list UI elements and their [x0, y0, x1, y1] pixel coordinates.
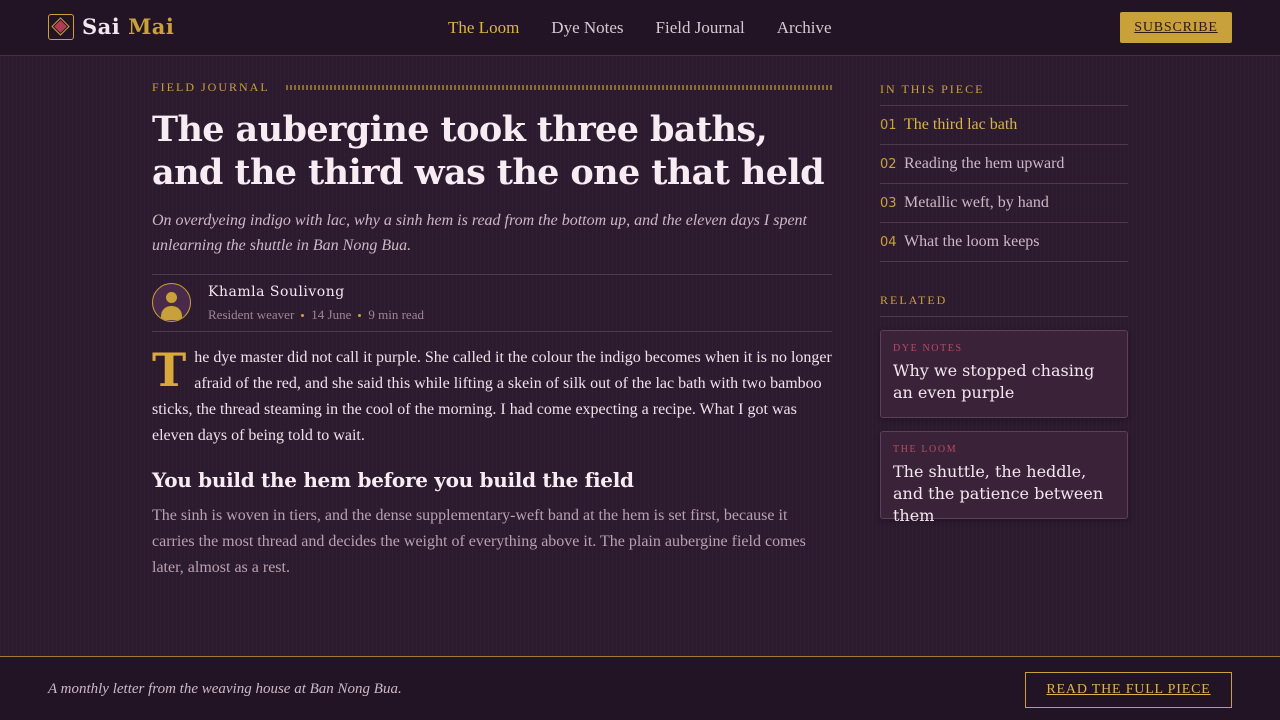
footer-bar: A monthly letter from the weaving house … [0, 656, 1280, 720]
byline: Khamla Soulivong Resident weaver 14 June… [152, 274, 832, 332]
card-tag: The Loom [893, 444, 958, 455]
toc-number: 03 [880, 195, 897, 211]
kicker-row: FIELD JOURNAL [152, 78, 832, 96]
nav-item-archive[interactable]: Archive [777, 17, 832, 39]
toc-item-4[interactable]: 04 What the loom keeps [880, 223, 1128, 262]
toc-label: The third lac bath [904, 116, 1018, 133]
paragraph-1-text: he dye master did not call it purple. Sh… [152, 349, 832, 444]
toc-item-3[interactable]: 03 Metallic weft, by hand [880, 184, 1128, 223]
toc-label: Metallic weft, by hand [904, 194, 1049, 211]
related-heading: RELATED [880, 293, 1128, 317]
read-full-piece-button[interactable]: READ THE FULL PIECE [1025, 672, 1232, 708]
toc-number: 04 [880, 234, 897, 250]
author-name[interactable]: Khamla Soulivong [208, 284, 345, 300]
toc-item-1[interactable]: 01 The third lac bath [880, 106, 1128, 145]
nav-item-dye-notes[interactable]: Dye Notes [551, 17, 623, 39]
meta-separator [301, 313, 305, 317]
section-heading: You build the hem before you build the f… [152, 468, 634, 492]
brand-name-part2: Mai [128, 14, 175, 39]
author-meta: Resident weaver 14 June 9 min read [208, 307, 424, 323]
meta-separator [358, 313, 362, 317]
avatar-head [166, 292, 177, 303]
nav-item-field-journal[interactable]: Field Journal [656, 17, 745, 39]
sidebar: IN THIS PIECE 01 The third lac bath 02 R… [880, 82, 1128, 525]
card-tag: Dye Notes [893, 343, 963, 354]
author-role: Resident weaver [208, 307, 295, 322]
article-dek: On overdyeing indigo with lac, why a sin… [152, 212, 807, 254]
diamond-logo-icon [48, 14, 74, 40]
avatar-shoulders [161, 306, 182, 320]
toc-item-2[interactable]: 02 Reading the hem upward [880, 145, 1128, 184]
card-title: The shuttle, the heddle, and the patienc… [893, 462, 1104, 525]
main-nav: The Loom Dye Notes Field Journal Archive [448, 17, 864, 39]
nav-item-the-loom[interactable]: The Loom [448, 17, 519, 39]
drop-cap: T [152, 343, 187, 397]
article-paragraph-2: The sinh is woven in tiers, and the dens… [152, 507, 806, 576]
brand-logo[interactable]: Sai Mai [48, 14, 174, 40]
kicker-divider [285, 84, 832, 90]
user-avatar-icon[interactable] [152, 283, 191, 322]
article: FIELD JOURNAL The aubergine took three b… [152, 78, 832, 581]
subscribe-button[interactable]: SUBSCRIBE [1120, 12, 1232, 43]
toc-heading: IN THIS PIECE [880, 82, 1128, 106]
article-kicker[interactable]: FIELD JOURNAL [152, 80, 270, 95]
publish-date: 14 June [311, 307, 352, 322]
toc-number: 01 [880, 117, 897, 133]
top-bar: Sai Mai The Loom Dye Notes Field Journal… [0, 0, 1280, 56]
footer-tagline: A monthly letter from the weaving house … [48, 681, 402, 697]
card-title: Why we stopped chasing an even purple [893, 361, 1095, 402]
related-card-1[interactable]: Dye Notes Why we stopped chasing an even… [880, 330, 1128, 418]
brand-name-part1: Sai [82, 14, 121, 39]
article-paragraph-1: The dye master did not call it purple. S… [152, 345, 832, 449]
toc-number: 02 [880, 156, 897, 172]
toc-label: Reading the hem upward [904, 155, 1065, 172]
related-card-2[interactable]: The Loom The shuttle, the heddle, and th… [880, 431, 1128, 525]
toc-label: What the loom keeps [904, 233, 1040, 250]
article-title: The aubergine took three baths, and the … [152, 109, 825, 193]
brand-name: Sai Mai [82, 14, 174, 40]
read-time: 9 min read [368, 307, 424, 322]
